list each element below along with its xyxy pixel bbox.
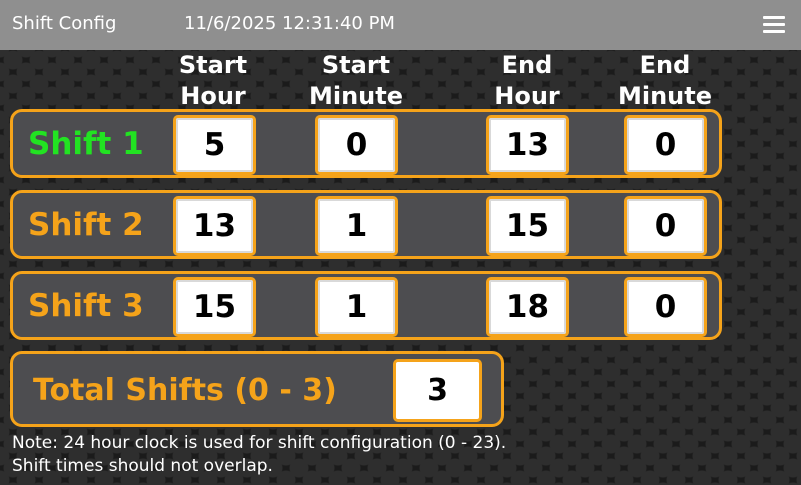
note-line-2: Shift times should not overlap. <box>12 456 273 476</box>
total-shifts-row: Total Shifts (0 - 3) 3 <box>10 351 504 427</box>
shift-1-end-minute-field[interactable]: 0 <box>624 115 707 175</box>
shift-row-1: Shift 1 5 0 13 0 <box>10 109 722 178</box>
shift-2-start-minute-field[interactable]: 1 <box>315 196 398 256</box>
column-header-line: Hour <box>180 82 246 110</box>
total-shifts-field[interactable]: 3 <box>393 359 482 422</box>
shift-3-label: Shift 3 <box>28 288 144 324</box>
column-header-line: Minute <box>617 82 713 110</box>
shift-2-end-hour-field[interactable]: 15 <box>486 196 569 256</box>
shift-row-2: Shift 2 13 1 15 0 <box>10 190 722 259</box>
column-header-end-hour: End Hour <box>467 50 587 112</box>
column-header-line: End <box>639 51 691 79</box>
shift-2-start-hour-field[interactable]: 13 <box>173 196 256 256</box>
shift-row-3: Shift 3 15 1 18 0 <box>10 271 722 340</box>
shift-3-start-minute-field[interactable]: 1 <box>315 277 398 337</box>
column-header-line: Hour <box>494 82 560 110</box>
shift-1-label: Shift 1 <box>28 126 144 162</box>
shift-2-end-minute-field[interactable]: 0 <box>624 196 707 256</box>
title-bar: Shift Config 11/6/2025 12:31:40 PM <box>0 0 801 50</box>
column-header-start-hour: Start Hour <box>153 50 273 112</box>
hamburger-menu-icon[interactable] <box>763 16 785 34</box>
column-header-line: Start <box>178 51 248 79</box>
column-header-line: Minute <box>308 82 404 110</box>
configuration-note: Note: 24 hour clock is used for shift co… <box>12 432 506 478</box>
current-datetime: 11/6/2025 12:31:40 PM <box>184 13 395 34</box>
column-header-line: End <box>501 51 553 79</box>
note-line-1: Note: 24 hour clock is used for shift co… <box>12 433 507 453</box>
column-header-line: Start <box>321 51 391 79</box>
shift-3-start-hour-field[interactable]: 15 <box>173 277 256 337</box>
column-header-start-minute: Start Minute <box>296 50 416 112</box>
shift-3-end-minute-field[interactable]: 0 <box>624 277 707 337</box>
total-shifts-label: Total Shifts (0 - 3) <box>33 373 337 408</box>
shift-1-start-minute-field[interactable]: 0 <box>315 115 398 175</box>
shift-1-end-hour-field[interactable]: 13 <box>486 115 569 175</box>
app-title: Shift Config <box>12 13 117 34</box>
shift-3-end-hour-field[interactable]: 18 <box>486 277 569 337</box>
shift-1-start-hour-field[interactable]: 5 <box>173 115 256 175</box>
shift-2-label: Shift 2 <box>28 207 144 243</box>
column-header-end-minute: End Minute <box>605 50 725 112</box>
